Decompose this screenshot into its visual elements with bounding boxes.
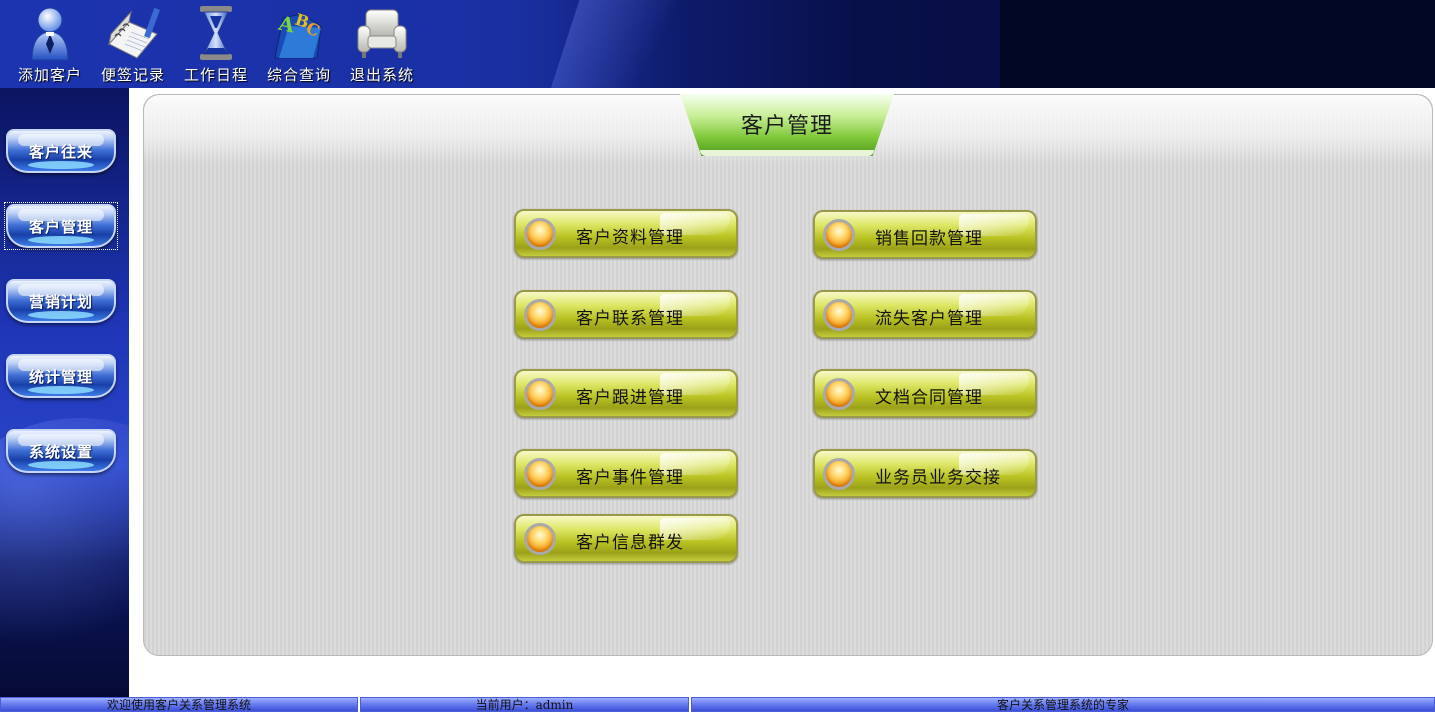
page-title: 客户管理	[740, 114, 833, 139]
orb-icon	[524, 523, 556, 555]
status-slogan: 客户关系管理系统的专家	[691, 697, 1435, 712]
orb-icon	[823, 378, 855, 410]
customer-profile-management-button[interactable]: 客户资料管理	[514, 209, 738, 258]
module-label: 销售回款管理	[875, 229, 983, 249]
sidebar-item-label: 统计管理	[28, 368, 93, 386]
status-bar: 欢迎使用客户关系管理系统 当前用户：admin 客户关系管理系统的专家	[0, 697, 1435, 712]
sidebar-item-label: 客户管理	[28, 218, 93, 236]
status-welcome: 欢迎使用客户关系管理系统	[0, 697, 358, 712]
exit-system-button[interactable]: 退出系统	[340, 0, 424, 88]
customer-followup-management-button[interactable]: 客户跟进管理	[514, 369, 738, 418]
work-schedule-label: 工作日程	[183, 66, 248, 84]
lost-customer-management-button[interactable]: 流失客户管理	[813, 290, 1037, 339]
orb-icon	[823, 219, 855, 251]
sidebar-item-label: 客户往来	[28, 143, 93, 161]
customer-event-management-button[interactable]: 客户事件管理	[514, 449, 738, 498]
title-tab-edge	[700, 150, 874, 156]
orb-icon	[823, 458, 855, 490]
add-customer-label: 添加客户	[17, 66, 82, 84]
page-title-tab: 客户管理	[680, 94, 894, 156]
module-label: 流失客户管理	[875, 309, 983, 329]
customer-contact-management-button[interactable]: 客户联系管理	[514, 290, 738, 339]
top-toolbar: 添加客户 便签记录 工作日程 A B C 综合查询 退出系统	[0, 0, 1435, 88]
abc-folder-icon: A B C	[274, 10, 323, 59]
main-panel	[143, 94, 1433, 656]
orb-icon	[524, 458, 556, 490]
exit-system-label: 退出系统	[349, 66, 414, 84]
sidebar-item-marketing-plan[interactable]: 营销计划	[6, 279, 116, 323]
orb-icon	[823, 299, 855, 331]
customer-mass-message-button[interactable]: 客户信息群发	[514, 514, 738, 563]
left-sidebar: 客户往来 客户管理 营销计划 统计管理 系统设置	[0, 88, 129, 697]
sales-payment-management-button[interactable]: 销售回款管理	[813, 210, 1037, 259]
person-icon	[31, 7, 69, 61]
orb-icon	[524, 218, 556, 250]
sidebar-item-customer-contacts[interactable]: 客户往来	[6, 129, 116, 173]
module-label: 客户联系管理	[576, 309, 684, 329]
document-contract-management-button[interactable]: 文档合同管理	[813, 369, 1037, 418]
notes-record-button[interactable]: 便签记录	[91, 0, 175, 88]
armchair-icon	[357, 9, 407, 58]
module-label: 文档合同管理	[875, 388, 983, 408]
sidebar-item-system-settings[interactable]: 系统设置	[6, 429, 116, 473]
module-label: 业务员业务交接	[875, 468, 1001, 488]
sidebar-item-statistics[interactable]: 统计管理	[6, 354, 116, 398]
notes-record-label: 便签记录	[100, 66, 165, 84]
module-label: 客户信息群发	[576, 533, 684, 553]
sidebar-item-customer-management[interactable]: 客户管理	[4, 202, 118, 250]
sidebar-item-label: 系统设置	[28, 443, 93, 461]
module-label: 客户事件管理	[576, 468, 684, 488]
sidebar-item-label: 营销计划	[28, 293, 93, 311]
status-current-user: 当前用户：admin	[360, 697, 689, 712]
notebook-icon	[108, 7, 160, 59]
module-label: 客户资料管理	[576, 228, 684, 248]
module-label: 客户跟进管理	[576, 388, 684, 408]
combined-query-label: 综合查询	[266, 66, 331, 84]
add-customer-button[interactable]: 添加客户	[8, 0, 92, 88]
work-schedule-button[interactable]: 工作日程	[174, 0, 258, 88]
salesperson-handover-button[interactable]: 业务员业务交接	[813, 449, 1037, 498]
combined-query-button[interactable]: A B C 综合查询	[257, 0, 341, 88]
orb-icon	[524, 299, 556, 331]
orb-icon	[524, 378, 556, 410]
hourglass-icon	[200, 6, 232, 60]
